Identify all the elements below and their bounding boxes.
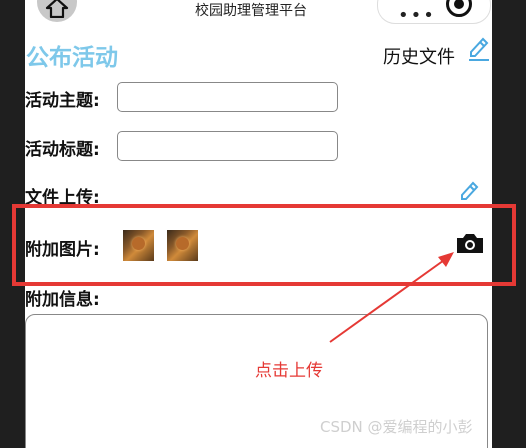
annotation-text: 点击上传 [255, 361, 323, 381]
watermark: CSDN @爱编程的小彭 [320, 418, 473, 436]
